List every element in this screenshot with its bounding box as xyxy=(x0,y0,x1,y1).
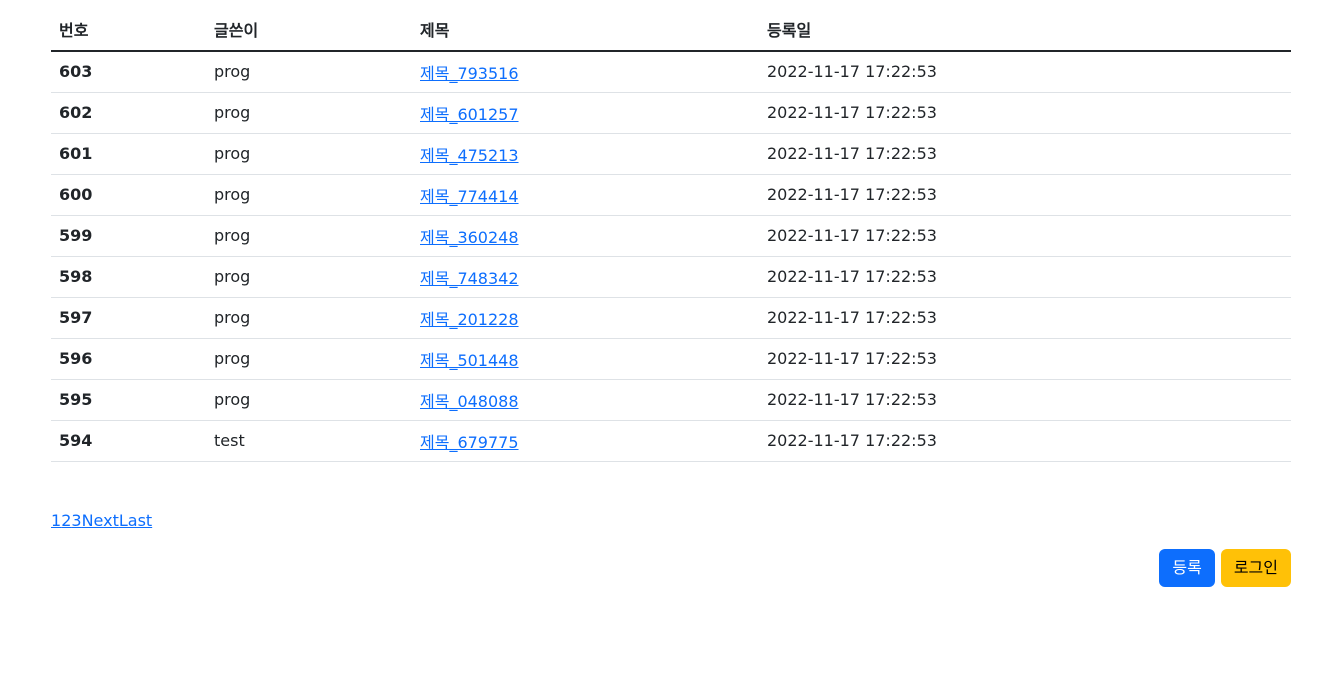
table-row: 602 prog 제목_601257 2022-11-17 17:22:53 xyxy=(51,92,1291,133)
row-writer: test xyxy=(214,431,245,450)
board-table: 번호 글쓴이 제목 등록일 603 prog 제목_793516 2022-11… xyxy=(51,0,1291,462)
row-writer: prog xyxy=(214,349,251,368)
row-writer: prog xyxy=(214,62,251,82)
row-title-cell: 제목_601257 xyxy=(412,92,759,133)
register-button[interactable]: 등록 xyxy=(1159,549,1215,587)
row-number: 601 xyxy=(59,144,93,163)
row-title-cell: 제목_360248 xyxy=(412,215,759,256)
row-title-cell: 제목_501448 xyxy=(412,338,759,379)
row-writer: prog xyxy=(214,226,251,245)
row-number: 597 xyxy=(59,308,93,327)
header-date: 등록일 xyxy=(759,0,1291,52)
row-date: 2022-11-17 17:22:53 xyxy=(767,103,937,122)
row-title-link[interactable]: 제목_201228 xyxy=(420,310,519,329)
header-number: 번호 xyxy=(51,0,206,52)
table-row: 600 prog 제목_774414 2022-11-17 17:22:53 xyxy=(51,174,1291,215)
header-title: 제목 xyxy=(412,0,759,52)
row-date: 2022-11-17 17:22:53 xyxy=(767,62,937,82)
table-row: 599 prog 제목_360248 2022-11-17 17:22:53 xyxy=(51,215,1291,256)
table-row: 598 prog 제목_748342 2022-11-17 17:22:53 xyxy=(51,256,1291,297)
page-link-1[interactable]: 1 xyxy=(51,511,61,530)
row-title-link[interactable]: 제목_601257 xyxy=(420,105,519,124)
action-buttons: 등록 로그인 xyxy=(1159,549,1291,587)
row-number: 596 xyxy=(59,349,93,368)
table-row: 603 prog 제목_793516 2022-11-17 17:22:53 xyxy=(51,51,1291,92)
row-date: 2022-11-17 17:22:53 xyxy=(767,226,937,245)
row-title-cell: 제목_793516 xyxy=(412,51,759,92)
row-title-cell: 제목_748342 xyxy=(412,256,759,297)
row-title-link[interactable]: 제목_679775 xyxy=(420,433,519,452)
row-date: 2022-11-17 17:22:53 xyxy=(767,144,937,163)
row-date: 2022-11-17 17:22:53 xyxy=(767,390,937,409)
row-date: 2022-11-17 17:22:53 xyxy=(767,308,937,327)
row-title-link[interactable]: 제목_501448 xyxy=(420,351,519,370)
table-row: 596 prog 제목_501448 2022-11-17 17:22:53 xyxy=(51,338,1291,379)
row-title-cell: 제목_201228 xyxy=(412,297,759,338)
row-date: 2022-11-17 17:22:53 xyxy=(767,349,937,368)
board-container: 번호 글쓴이 제목 등록일 603 prog 제목_793516 2022-11… xyxy=(51,0,1291,462)
row-title-link[interactable]: 제목_048088 xyxy=(420,392,519,411)
table-header: 번호 글쓴이 제목 등록일 xyxy=(51,0,1291,52)
row-title-cell: 제목_475213 xyxy=(412,133,759,174)
row-title-cell: 제목_048088 xyxy=(412,379,759,420)
row-writer: prog xyxy=(214,144,251,163)
pagination: 1 2 3 Next Last xyxy=(51,511,152,530)
table-row: 595 prog 제목_048088 2022-11-17 17:22:53 xyxy=(51,379,1291,420)
row-number: 603 xyxy=(59,62,93,82)
row-number: 599 xyxy=(59,226,93,245)
table-row: 597 prog 제목_201228 2022-11-17 17:22:53 xyxy=(51,297,1291,338)
login-button[interactable]: 로그인 xyxy=(1220,549,1291,587)
row-number: 602 xyxy=(59,103,93,122)
row-number: 595 xyxy=(59,390,93,409)
row-writer: prog xyxy=(214,267,251,286)
row-date: 2022-11-17 17:22:53 xyxy=(767,267,937,286)
header-writer: 글쓴이 xyxy=(206,0,412,52)
row-writer: prog xyxy=(214,103,251,122)
row-number: 600 xyxy=(59,185,93,204)
row-writer: prog xyxy=(214,390,251,409)
header-row: 번호 글쓴이 제목 등록일 xyxy=(51,0,1291,52)
table-row: 601 prog 제목_475213 2022-11-17 17:22:53 xyxy=(51,133,1291,174)
row-title-link[interactable]: 제목_748342 xyxy=(420,269,519,288)
row-date: 2022-11-17 17:22:53 xyxy=(767,431,937,450)
page-link-2[interactable]: 2 xyxy=(61,511,71,530)
table-body: 603 prog 제목_793516 2022-11-17 17:22:53 6… xyxy=(51,51,1291,461)
row-title-link[interactable]: 제목_360248 xyxy=(420,228,519,247)
row-writer: prog xyxy=(214,185,251,204)
row-title-link[interactable]: 제목_793516 xyxy=(420,64,519,83)
page-last-link[interactable]: Last xyxy=(119,511,152,530)
row-title-cell: 제목_679775 xyxy=(412,420,759,461)
row-title-link[interactable]: 제목_475213 xyxy=(420,146,519,165)
row-writer: prog xyxy=(214,308,251,327)
row-title-cell: 제목_774414 xyxy=(412,174,759,215)
row-title-link[interactable]: 제목_774414 xyxy=(420,187,519,206)
page-next-link[interactable]: Next xyxy=(82,511,119,530)
row-number: 598 xyxy=(59,267,93,286)
row-number: 594 xyxy=(59,431,93,450)
page-link-3[interactable]: 3 xyxy=(71,511,81,530)
row-date: 2022-11-17 17:22:53 xyxy=(767,185,937,204)
table-row: 594 test 제목_679775 2022-11-17 17:22:53 xyxy=(51,420,1291,461)
